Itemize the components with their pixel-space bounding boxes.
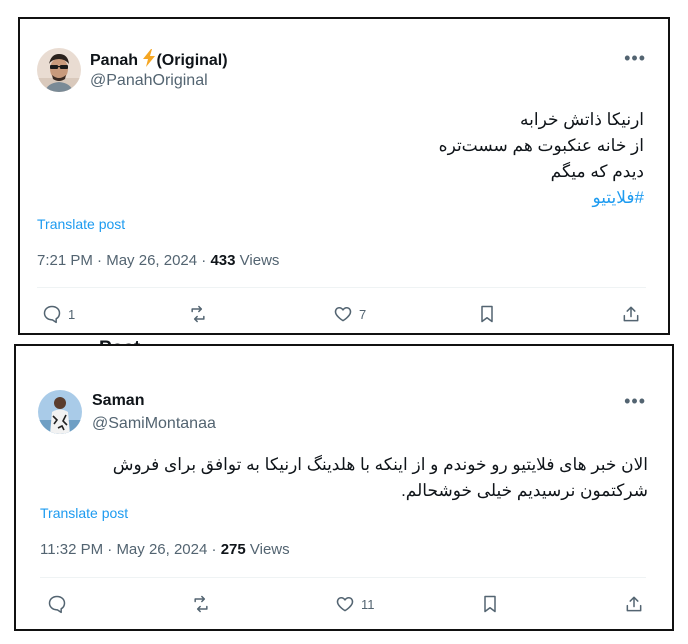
divider — [40, 577, 646, 578]
author-handle[interactable]: @SamiMontanaa — [92, 415, 216, 433]
like-button[interactable]: 11 — [335, 594, 375, 614]
bookmark-button[interactable] — [477, 304, 497, 324]
share-button[interactable] — [624, 594, 644, 614]
share-button[interactable] — [621, 304, 641, 324]
share-icon — [623, 306, 639, 322]
tweet-meta: 11:32 PM · May 26, 2024 · 275 Views — [40, 541, 290, 558]
hashtag-link[interactable]: #فلایتیو — [84, 185, 645, 211]
views-count: 275 — [220, 541, 246, 558]
like-button[interactable]: 7 — [333, 304, 366, 324]
lightning-icon — [142, 49, 156, 72]
author-name[interactable]: Saman — [92, 392, 144, 410]
tweet-text: ارنیکا ذاتش خرابه از خانه عنکبوت هم سست‌… — [84, 107, 644, 211]
reply-icon — [43, 305, 61, 324]
views-label: Views — [249, 541, 290, 558]
tweet-meta: 7:21 PM · May 26, 2024 · 433 Views — [37, 252, 280, 269]
heart-icon — [334, 307, 352, 322]
repost-icon — [191, 305, 205, 323]
repost-icon — [194, 595, 208, 613]
reply-icon — [48, 595, 66, 614]
reply-count: 1 — [68, 306, 76, 322]
tweet-line: دیدم که میگم — [550, 162, 644, 181]
heart-icon — [336, 597, 354, 612]
divider — [37, 287, 646, 288]
tweet-line: الان خبر های فلایتیو رو خوندم و از اینکه… — [112, 455, 648, 474]
views-label: Views — [239, 252, 280, 269]
like-count: 7 — [359, 306, 367, 322]
translate-post-link[interactable]: Translate post — [37, 216, 125, 232]
reply-button[interactable]: 1 — [42, 304, 75, 324]
author-handle[interactable]: @PanahOriginal — [90, 72, 208, 90]
bookmark-icon — [481, 305, 493, 323]
like-count: 11 — [361, 596, 375, 612]
avatar[interactable] — [38, 390, 82, 434]
bookmark-icon — [484, 595, 496, 613]
tweet-text: الان خبر های فلایتیو رو خوندم و از اینکه… — [48, 452, 648, 504]
tweet-date[interactable]: May 26, 2024 — [116, 541, 207, 558]
tweet-line: شرکتمون نرسیدیم خیلی خوشحالم. — [401, 481, 648, 500]
tweet-line: از خانه عنکبوت هم سست‌تره — [438, 136, 644, 155]
share-icon — [626, 596, 642, 612]
bookmark-button[interactable] — [480, 594, 500, 614]
more-options-icon[interactable]: ••• — [624, 49, 646, 67]
tweet-card: Panah (Original) @PanahOriginal ••• ارنی… — [18, 17, 670, 335]
translate-post-link[interactable]: Translate post — [40, 505, 128, 521]
author-name[interactable]: Panah (Original) — [90, 49, 228, 72]
tweet-line: ارنیکا ذاتش خرابه — [520, 110, 644, 129]
reply-button[interactable] — [47, 594, 73, 614]
more-options-icon[interactable]: ••• — [624, 392, 646, 410]
repost-button[interactable] — [188, 304, 214, 324]
repost-button[interactable] — [191, 594, 217, 614]
views-count: 433 — [210, 252, 236, 269]
tweet-time[interactable]: 7:21 PM — [37, 252, 93, 269]
tweet-time[interactable]: 11:32 PM — [40, 541, 103, 558]
avatar[interactable] — [37, 48, 81, 92]
tweet-card: Saman @SamiMontanaa ••• الان خبر های فلا… — [14, 344, 674, 631]
tweet-date[interactable]: May 26, 2024 — [106, 252, 197, 269]
